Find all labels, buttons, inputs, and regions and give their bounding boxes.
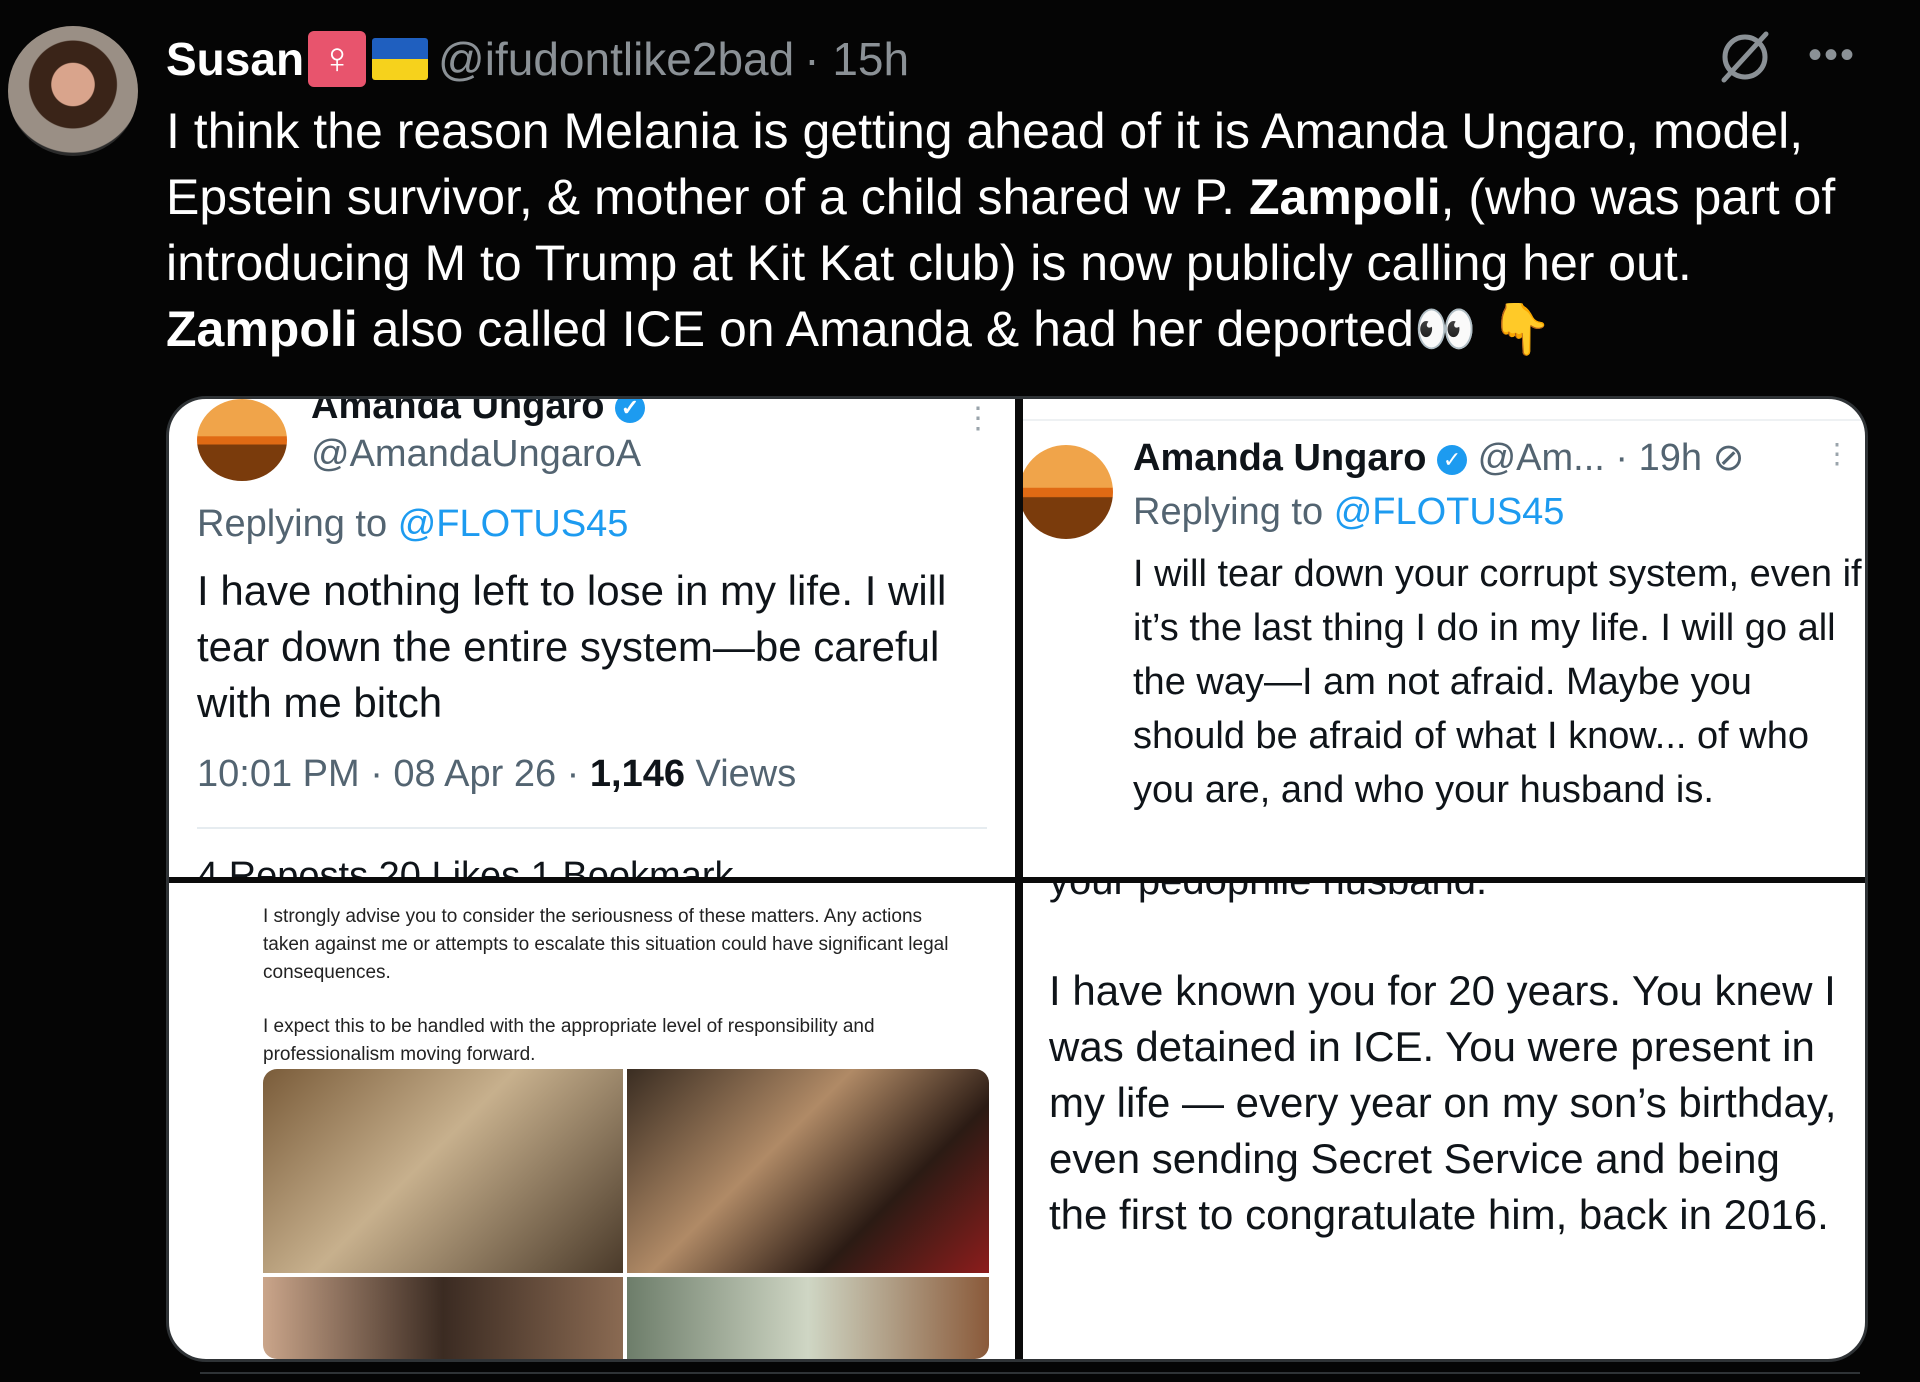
- panel4-cut-text: your pedophile husband.: [1049, 883, 1487, 904]
- sunset-avatar: [1023, 445, 1113, 539]
- panel1-name: Amanda Ungaro ✓: [311, 399, 646, 428]
- ukraine-flag-emoji: [372, 38, 429, 80]
- verified-badge-icon: ✓: [1437, 444, 1468, 475]
- muted-conversation-icon: ⊘: [1712, 437, 1745, 479]
- post-header: Susan ♀ @ifudontlike2bad · 15h: [166, 24, 909, 94]
- panel1-meta: 10:01 PM · 08 Apr 26 · 1,146 Views: [197, 753, 797, 795]
- photo-grid: [263, 1069, 989, 1359]
- bottom-divider: [200, 1372, 1860, 1374]
- eyes-emoji: 👀: [1413, 301, 1477, 357]
- author-handle[interactable]: @ifudontlike2bad: [438, 32, 794, 86]
- panel2-body: I will tear down your corrupt system, ev…: [1133, 553, 1862, 811]
- divider: [1023, 419, 1865, 421]
- verified-badge-icon: ✓: [615, 399, 646, 423]
- author-display-name[interactable]: Susan: [166, 32, 304, 86]
- panel2-replying: Replying to @FLOTUS45: [1133, 491, 1565, 533]
- author-avatar[interactable]: [8, 26, 138, 156]
- pointing-down-emoji: 👇: [1490, 301, 1553, 357]
- sunset-avatar: [197, 399, 287, 481]
- divider: [197, 827, 987, 829]
- more-options-icon[interactable]: •••: [1808, 35, 1856, 75]
- post-time[interactable]: · 15h: [804, 32, 909, 86]
- vertical-more-icon: ⋮: [1823, 438, 1851, 469]
- panel3-letter: I strongly advise you to consider the se…: [263, 906, 949, 1065]
- photo-mother-with-baby: [263, 1069, 623, 1273]
- female-sign-emoji: ♀: [308, 31, 367, 87]
- screenshot-panel-4: your pedophile husband. I have known you…: [1023, 883, 1865, 1359]
- panel1-handle: @AmandaUngaroA: [311, 433, 642, 475]
- panel4-body: I have known you for 20 years. You knew …: [1049, 967, 1837, 1238]
- photo-woman-driving: [627, 1069, 989, 1273]
- photo-newspaper: [627, 1277, 989, 1359]
- photo-selfie: [263, 1277, 623, 1359]
- post-text: I think the reason Melania is getting ah…: [166, 98, 1886, 362]
- panel2-header: Amanda Ungaro ✓ @Am... · 19h ⊘: [1133, 437, 1745, 479]
- screenshot-panel-1: Amanda Ungaro ✓ @AmandaUngaroA ⋮ Replyin…: [169, 399, 1015, 877]
- collage-divider-horizontal: [169, 877, 1865, 883]
- panel1-cut-stats: 4 Reposts 20 Likes 1 Bookmark: [197, 855, 734, 877]
- screenshot-panel-2: Amanda Ungaro ✓ @Am... · 19h ⊘ ⋮ Replyin…: [1023, 399, 1865, 877]
- panel1-body: I have nothing left to lose in my life. …: [197, 567, 947, 726]
- vertical-more-icon: ⋮: [963, 402, 993, 435]
- panel1-replying: Replying to @FLOTUS45: [197, 503, 629, 545]
- image-collage[interactable]: Amanda Ungaro ✓ @AmandaUngaroA ⋮ Replyin…: [166, 396, 1868, 1362]
- muted-conversation-icon[interactable]: [1716, 28, 1774, 86]
- screenshot-panel-3: I strongly advise you to consider the se…: [169, 883, 1015, 1359]
